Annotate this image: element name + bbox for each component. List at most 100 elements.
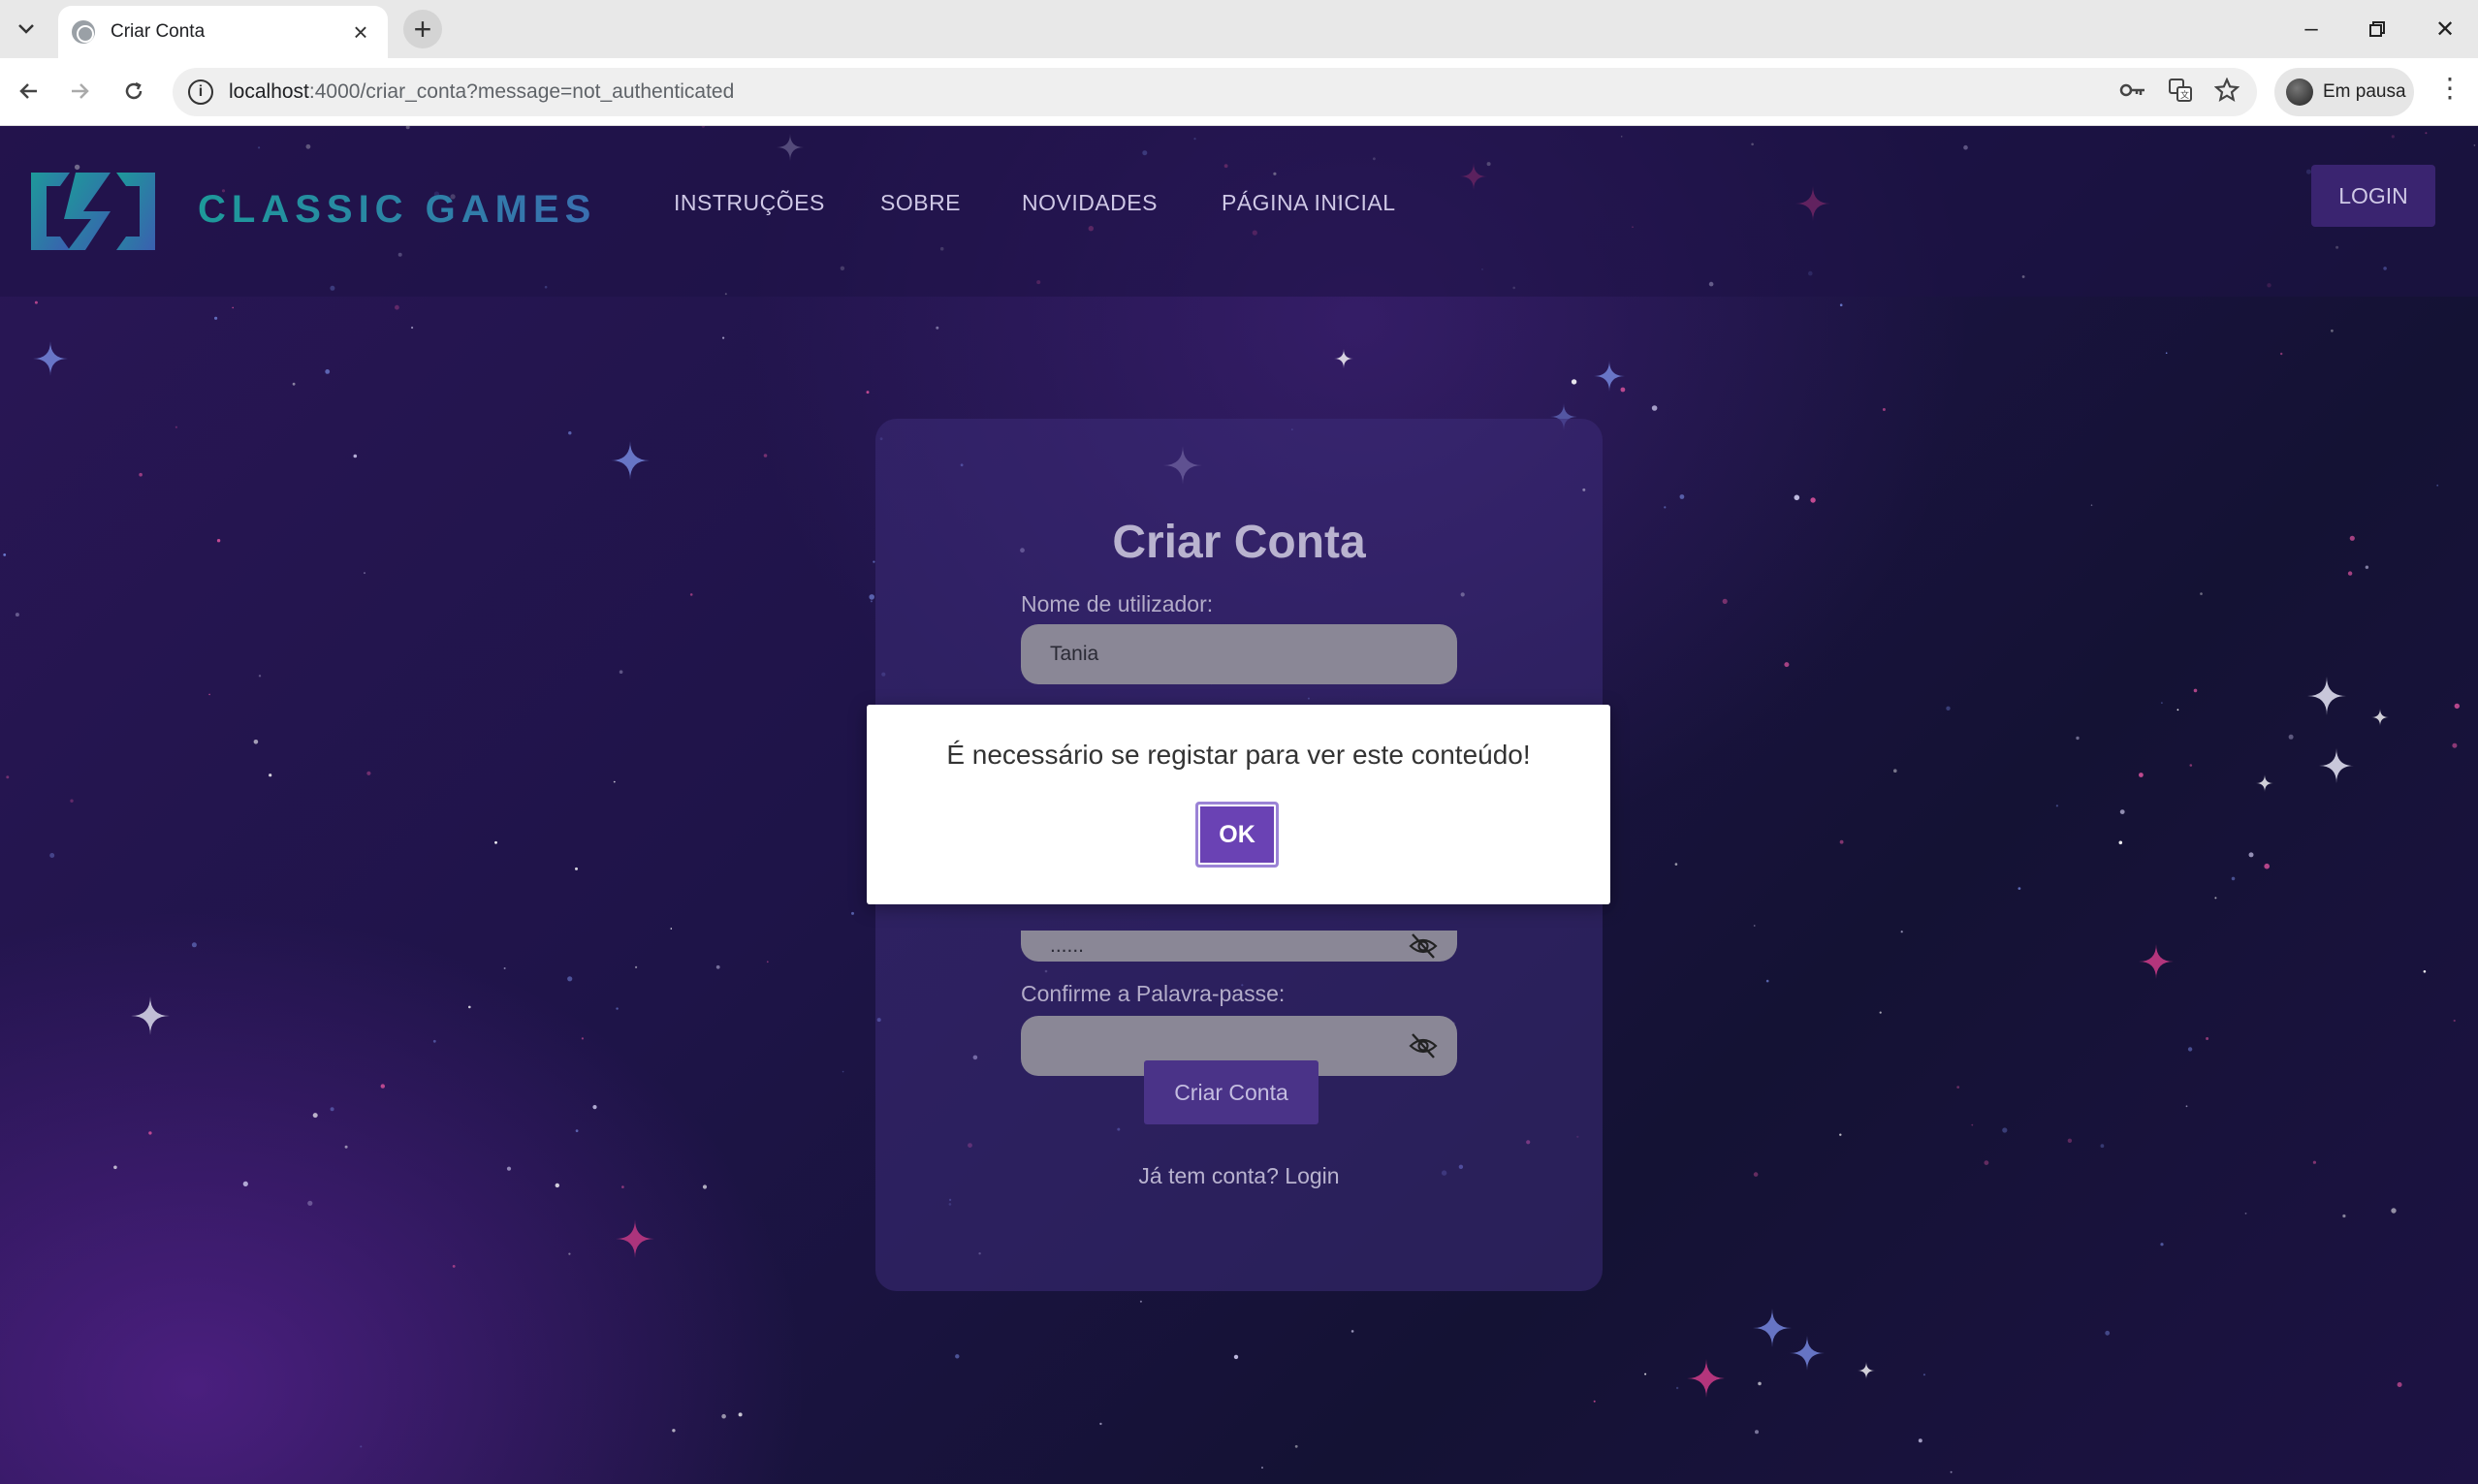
star-dot: [1644, 1373, 1647, 1375]
star-dot: [2017, 887, 2021, 890]
star-dot: [766, 961, 769, 963]
password-value: ......: [1050, 934, 1085, 957]
star-dot: [672, 1429, 676, 1433]
logo-text[interactable]: CLASSIC GAMES: [198, 188, 596, 232]
star-dot: [1099, 1422, 1102, 1426]
star-dot: [216, 539, 221, 543]
star-dot: [344, 1145, 348, 1149]
star-dot: [2139, 773, 2144, 777]
star-dot: [353, 454, 358, 458]
star-dot: [2214, 897, 2217, 900]
star-dot: [1879, 1011, 1882, 1014]
close-window-icon[interactable]: ✕: [2418, 10, 2472, 48]
nav-novidades[interactable]: NOVIDADES: [1022, 190, 1158, 216]
star-dot: [2193, 688, 2198, 693]
star-dot: [2452, 742, 2458, 748]
star-dot: [2453, 1019, 2456, 1023]
more-menu-icon[interactable]: ⋮: [2435, 72, 2464, 111]
star-dot: [113, 1165, 117, 1170]
alert-message: É necessário se registar para ver este c…: [946, 740, 1531, 770]
star-dot: [452, 1265, 456, 1268]
ok-button[interactable]: OK: [1195, 802, 1279, 868]
star-dot: [1722, 598, 1728, 604]
star-dot: [1984, 1160, 1989, 1165]
classic-games-logo-icon[interactable]: [27, 165, 159, 258]
nav-instrucoes[interactable]: INSTRUÇÕES: [674, 190, 825, 216]
close-tab-icon[interactable]: ×: [347, 17, 374, 47]
star-dot: [702, 1184, 708, 1189]
sparkle-star: [611, 441, 650, 480]
confirm-password-label: Confirme a Palavra-passe:: [1021, 981, 1286, 1006]
star-dot: [592, 1105, 597, 1110]
tab-search-chevron-icon[interactable]: [10, 14, 43, 45]
star-dot: [555, 1183, 559, 1188]
eye-slash-icon[interactable]: [1409, 1032, 1438, 1059]
minimize-icon[interactable]: –: [2284, 10, 2338, 48]
address-bar[interactable]: i localhost:4000/criar_conta?message=not…: [173, 68, 2257, 116]
create-account-button[interactable]: Criar Conta: [1144, 1060, 1318, 1124]
star-dot: [494, 840, 497, 844]
site-header: CLASSIC GAMES INSTRUÇÕES SOBRE NOVIDADES…: [0, 126, 2478, 297]
sparkle-star: [1858, 1362, 1875, 1379]
star-dot: [2206, 1037, 2209, 1040]
avatar: [2286, 79, 2313, 106]
star-dot: [1839, 303, 1843, 306]
nav-sobre[interactable]: SOBRE: [880, 190, 961, 216]
star-dot: [621, 1185, 624, 1188]
browser-tab[interactable]: Criar Conta ×: [58, 6, 388, 58]
star-dot: [312, 1113, 318, 1119]
bookmark-star-icon[interactable]: [2213, 77, 2240, 110]
forward-arrow-icon[interactable]: [60, 72, 99, 111]
login-link[interactable]: Já tem conta? Login: [875, 1163, 1603, 1189]
star-dot: [1900, 931, 1903, 933]
star-dot: [2185, 1105, 2188, 1108]
star-dot: [616, 1007, 619, 1010]
star-dot: [2454, 703, 2460, 710]
star-dot: [1571, 379, 1577, 385]
star-dot: [738, 1412, 743, 1417]
back-arrow-icon[interactable]: [10, 72, 48, 111]
star-dot: [1350, 1330, 1354, 1333]
star-dot: [2176, 709, 2179, 711]
browser-toolbar: i localhost:4000/criar_conta?message=not…: [0, 58, 2478, 126]
form-title: Criar Conta: [1112, 517, 1366, 568]
reload-icon[interactable]: [114, 72, 153, 111]
star-dot: [568, 431, 572, 435]
sparkle-star: [2319, 748, 2354, 783]
translate-icon[interactable]: 文: [2168, 78, 2193, 110]
star-dot: [581, 1037, 585, 1040]
nav-pagina-inicial[interactable]: PÁGINA INICIAL: [1222, 190, 1396, 216]
star-dot: [2187, 1047, 2193, 1052]
star-dot: [34, 300, 38, 304]
star-dot: [619, 670, 623, 674]
star-dot: [1882, 408, 1886, 411]
star-dot: [2423, 970, 2427, 973]
star-dot: [866, 391, 870, 395]
login-button[interactable]: LOGIN: [2311, 165, 2435, 227]
star-dot: [1946, 706, 1951, 710]
alert-modal: É necessário se registar para ver este c…: [867, 705, 1610, 904]
star-dot: [1839, 839, 1844, 844]
star-dot: [1893, 769, 1897, 773]
restore-icon[interactable]: [2350, 10, 2404, 48]
eye-slash-icon[interactable]: [1409, 932, 1438, 960]
star-dot: [1971, 1123, 1974, 1126]
star-dot: [1139, 1300, 1142, 1303]
tab-title: Criar Conta: [111, 21, 206, 42]
username-input[interactable]: Tania: [1021, 624, 1457, 684]
profile-button[interactable]: Em pausa: [2274, 68, 2414, 116]
star-dot: [2264, 863, 2270, 869]
star-dot: [2067, 1138, 2073, 1144]
star-dot: [49, 853, 55, 858]
star-dot: [869, 594, 874, 600]
new-tab-button[interactable]: +: [403, 10, 442, 48]
site-info-icon[interactable]: i: [188, 79, 213, 105]
password-input[interactable]: ......: [1021, 931, 1457, 962]
star-dot: [468, 1005, 471, 1009]
profile-label: Em pausa: [2323, 81, 2406, 102]
sparkle-star: [2256, 774, 2273, 792]
star-dot: [1620, 387, 1626, 393]
star-dot: [1794, 494, 1800, 501]
star-dot: [1261, 1467, 1263, 1468]
password-key-icon[interactable]: [2119, 78, 2146, 110]
